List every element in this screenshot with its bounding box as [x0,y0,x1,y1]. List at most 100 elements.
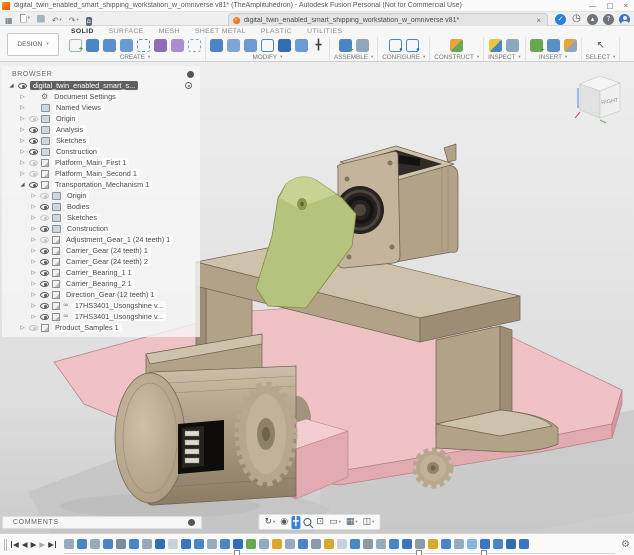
tab-solid[interactable]: SOLID [71,28,94,35]
browser-item[interactable]: ▷Named Views [2,102,200,113]
visibility-eye-icon[interactable] [40,281,49,287]
orbit-icon[interactable]: ↻▾ [262,516,277,529]
visibility-eye-icon[interactable] [40,193,49,199]
insert-menu[interactable]: INSERT▾ [539,54,567,61]
collapse-expand-icon[interactable]: ▷ [30,292,37,298]
timeline-grip[interactable] [4,539,7,551]
recent-activity-icon[interactable]: ◷ [571,14,582,25]
offset-plane-icon[interactable] [450,39,463,52]
revolve-icon[interactable] [103,39,116,52]
timeline-feature-22[interactable] [337,539,347,549]
timeline-feature-13[interactable] [220,539,230,549]
configure-menu[interactable]: CONFIGURE▾ [382,54,425,61]
expanded-icon[interactable]: ◢ [8,83,15,89]
browser-item[interactable]: ▷Adjustment_Gear_1 (24 teeth) 1 [2,234,200,245]
grid-layout-icon[interactable]: ▦▾ [344,516,360,529]
document-tab[interactable]: digital_twin_enabled_smart_shipping_work… [228,13,548,26]
insert-mesh-icon[interactable] [564,39,577,52]
visibility-eye-icon[interactable] [40,314,49,320]
timeline-feature-17[interactable] [272,539,282,549]
browser-item[interactable]: ▷Product_Samples 1 [2,322,200,333]
sweep-icon[interactable] [120,39,133,52]
modify-menu[interactable]: MODIFY▾ [253,54,283,61]
collapse-expand-icon[interactable]: ▷ [30,237,37,243]
browser-item[interactable]: ▷Analysis [2,124,200,135]
comments-bar[interactable]: COMMENTS [2,516,202,529]
visibility-eye-icon[interactable] [18,83,27,89]
timeline-feature-29[interactable] [428,539,438,549]
timeline-feature-4[interactable] [103,539,113,549]
timeline-marker[interactable] [481,550,487,555]
minimize-button[interactable]: — [589,1,597,10]
notifications-icon[interactable]: ▴ [587,14,598,25]
timeline-feature-31[interactable] [454,539,464,549]
timeline-feature-12[interactable] [207,539,217,549]
app-launcher-icon[interactable]: ▦ [3,14,15,26]
panel-options-icon[interactable] [187,71,194,78]
viewports-icon[interactable]: ◫▾ [361,516,377,529]
shell-icon[interactable] [261,39,274,52]
visibility-eye-icon[interactable] [29,149,38,155]
timeline-feature-16[interactable] [259,539,269,549]
direction-gear-part[interactable] [416,451,450,485]
pattern-icon[interactable] [137,39,150,52]
timeline-feature-19[interactable] [298,539,308,549]
press-pull-icon[interactable] [210,39,223,52]
timeline-feature-23[interactable] [350,539,360,549]
browser-item[interactable]: ▷Carrier_Gear (24 teeth) 1 [2,245,200,256]
configurations-icon[interactable]: ● [406,39,419,52]
browser-item[interactable]: ▷⚙Document Settings [2,91,200,102]
select-menu[interactable]: SELECT▾ [586,54,616,61]
visibility-eye-icon[interactable] [29,325,38,331]
collapse-expand-icon[interactable]: ▷ [19,160,26,166]
browser-item[interactable]: ◢Transportation_Mechanism 1 [2,179,200,190]
timeline-marker[interactable] [234,550,240,555]
browser-item[interactable]: ▷Origin [2,190,200,201]
activate-component-radio[interactable] [185,82,192,89]
collapse-expand-icon[interactable]: ▷ [19,116,26,122]
redo-icon[interactable]: ↷▾ [67,14,81,26]
timeline-feature-15[interactable] [246,539,256,549]
visibility-eye-icon[interactable] [29,116,38,122]
timeline-feature-1[interactable] [64,539,74,549]
close-button[interactable]: × [624,1,628,10]
collapse-expand-icon[interactable]: ▷ [19,105,26,111]
visibility-eye-icon[interactable] [40,215,49,221]
browser-item[interactable]: ▷Platform_Main_Second 1 [2,168,200,179]
timeline-feature-24[interactable] [363,539,373,549]
tab-sheet-metal[interactable]: SHEET METAL [195,28,246,35]
browser-item[interactable]: ▷Origin [2,113,200,124]
visibility-eye-icon[interactable] [29,171,38,177]
create-form-icon[interactable] [171,39,184,52]
browser-item[interactable]: ▷Construction [2,223,200,234]
view-cube[interactable]: RIGHT [572,70,628,128]
timeline-feature-18[interactable] [285,539,295,549]
tab-surface[interactable]: SURFACE [109,28,144,35]
visibility-eye-icon[interactable] [40,237,49,243]
maximize-button[interactable]: ▢ [607,1,614,10]
collapse-expand-icon[interactable]: ▷ [19,127,26,133]
go-to-start-button[interactable]: ◀ [11,541,19,549]
combine-icon[interactable] [278,39,291,52]
expanded-icon[interactable]: ◢ [19,182,26,188]
browser-item[interactable]: ▷∞17HS3401_Usongshine v... [2,311,200,322]
create-sketch-icon[interactable]: + [69,39,82,52]
collapse-expand-icon[interactable]: ▷ [19,138,26,144]
new-component-icon[interactable]: + [339,39,352,52]
visibility-eye-icon[interactable] [29,182,38,188]
timeline-feature-35[interactable] [506,539,516,549]
collapse-expand-icon[interactable]: ▷ [30,314,37,320]
browser-item[interactable]: ▷Carrier_Bearing_1 1 [2,267,200,278]
timeline-feature-5[interactable] [116,539,126,549]
collapse-expand-icon[interactable]: ▷ [19,171,26,177]
look-at-icon[interactable]: ◉ [278,516,290,529]
timeline-feature-36[interactable] [519,539,529,549]
coil-icon[interactable] [154,39,167,52]
timeline-feature-20[interactable] [311,539,321,549]
insert-derive-icon[interactable]: + [530,39,543,52]
configure-icon[interactable]: ● [389,39,402,52]
visibility-eye-icon[interactable] [40,259,49,265]
browser-item[interactable]: ▷Platform_Main_First 1 [2,157,200,168]
collapse-expand-icon[interactable]: ▷ [30,259,37,265]
collapse-expand-icon[interactable]: ▷ [30,281,37,287]
